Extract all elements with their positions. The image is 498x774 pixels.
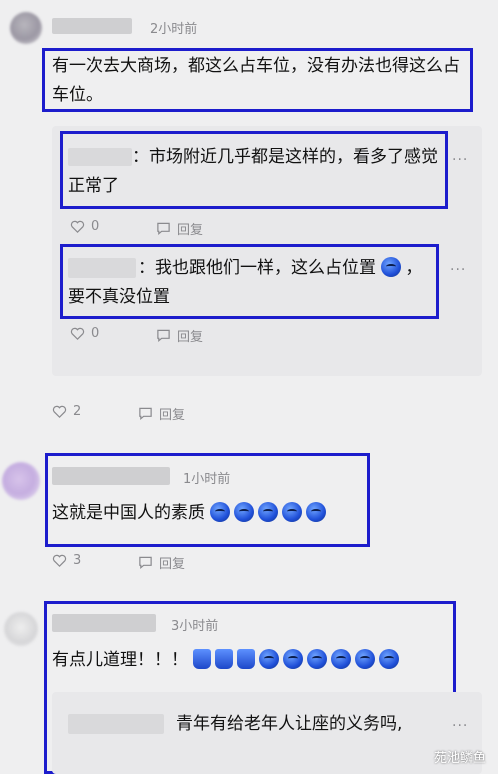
- more-menu-button[interactable]: ···: [452, 152, 468, 168]
- reply-button[interactable]: 回复: [156, 219, 203, 238]
- blue-emoji-icon: [234, 502, 255, 522]
- like-count: 0: [91, 219, 100, 234]
- comment-icon: [157, 222, 170, 235]
- blue-emoji-icon: [379, 649, 400, 669]
- reply-label: 回复: [159, 408, 186, 423]
- blue-emoji-icon: [210, 502, 231, 522]
- reply-body: 我也跟他们一样，这么占位置: [155, 258, 376, 278]
- blue-emoji-icon: [258, 502, 279, 522]
- like-button[interactable]: 2: [52, 404, 81, 419]
- reply-text: 青年有给老年人让座的义务吗,: [176, 714, 403, 734]
- heart-icon: [52, 405, 67, 418]
- like-count: 3: [73, 553, 82, 568]
- comment-time: 2小时前: [150, 22, 198, 37]
- blue-emoji-icon: [282, 502, 303, 522]
- blue-emoji-icon: [381, 257, 402, 277]
- blue-emoji-icon: [283, 649, 304, 669]
- comment-body: 有点儿道理！！！: [52, 650, 188, 670]
- username-blurred[interactable]: [52, 467, 170, 485]
- avatar[interactable]: [10, 12, 42, 44]
- comment-icon: [157, 329, 170, 342]
- comment-icon: [139, 407, 152, 420]
- like-count: 2: [73, 404, 82, 419]
- comment-body: 这就是中国人的素质: [52, 503, 205, 523]
- heart-icon: [70, 220, 85, 233]
- reply-label: 回复: [159, 557, 186, 572]
- like-button[interactable]: 0: [70, 219, 99, 234]
- comment-text: 有一次去大商场，都这么占车位，没有办法也得这么占车位。: [52, 56, 460, 105]
- avatar[interactable]: [2, 462, 40, 500]
- like-count: 0: [91, 326, 100, 341]
- comment-text: 这就是中国人的素质: [52, 499, 364, 528]
- reply-text: ：市场附近几乎都是这样的，看多了感觉正常了: [68, 143, 444, 201]
- blue-emoji-icon: [307, 649, 328, 669]
- username-blurred[interactable]: [52, 18, 132, 34]
- blue-emoji-icon: [306, 502, 327, 522]
- thumbs-up-emoji-icon: [193, 649, 212, 669]
- like-button[interactable]: 3: [52, 553, 81, 568]
- reply-button[interactable]: 回复: [138, 404, 185, 423]
- heart-icon: [52, 554, 67, 567]
- comment-time: 3小时前: [171, 619, 219, 634]
- username-blurred[interactable]: [52, 614, 156, 632]
- reply-separator: ：: [132, 147, 149, 167]
- reply-label: 回复: [177, 330, 204, 345]
- thumbs-up-emoji-icon: [215, 649, 234, 669]
- more-menu-button[interactable]: ···: [450, 262, 466, 278]
- blue-emoji-icon: [331, 649, 352, 669]
- reply-button[interactable]: 回复: [138, 553, 185, 572]
- reply-button[interactable]: 回复: [156, 326, 203, 345]
- more-menu-button[interactable]: ···: [452, 718, 468, 734]
- comment-text: 有点儿道理！！！: [52, 646, 452, 675]
- like-button[interactable]: 0: [70, 326, 99, 341]
- reply-text: ：我也跟他们一样，这么占位置 ，要不真没位置: [68, 254, 434, 312]
- reply-body: 市场附近几乎都是这样的，看多了感觉正常了: [68, 147, 438, 196]
- blue-emoji-icon: [355, 649, 376, 669]
- heart-icon: [70, 327, 85, 340]
- watermark: 苑池鳞鱼: [433, 751, 486, 766]
- comment-time: 1小时前: [183, 472, 231, 487]
- blue-emoji-icon: [259, 649, 280, 669]
- comment-icon: [139, 556, 152, 569]
- avatar[interactable]: [4, 612, 38, 646]
- reply-separator: ：: [138, 258, 155, 278]
- reply-label: 回复: [177, 223, 204, 238]
- thumbs-up-emoji-icon: [237, 649, 256, 669]
